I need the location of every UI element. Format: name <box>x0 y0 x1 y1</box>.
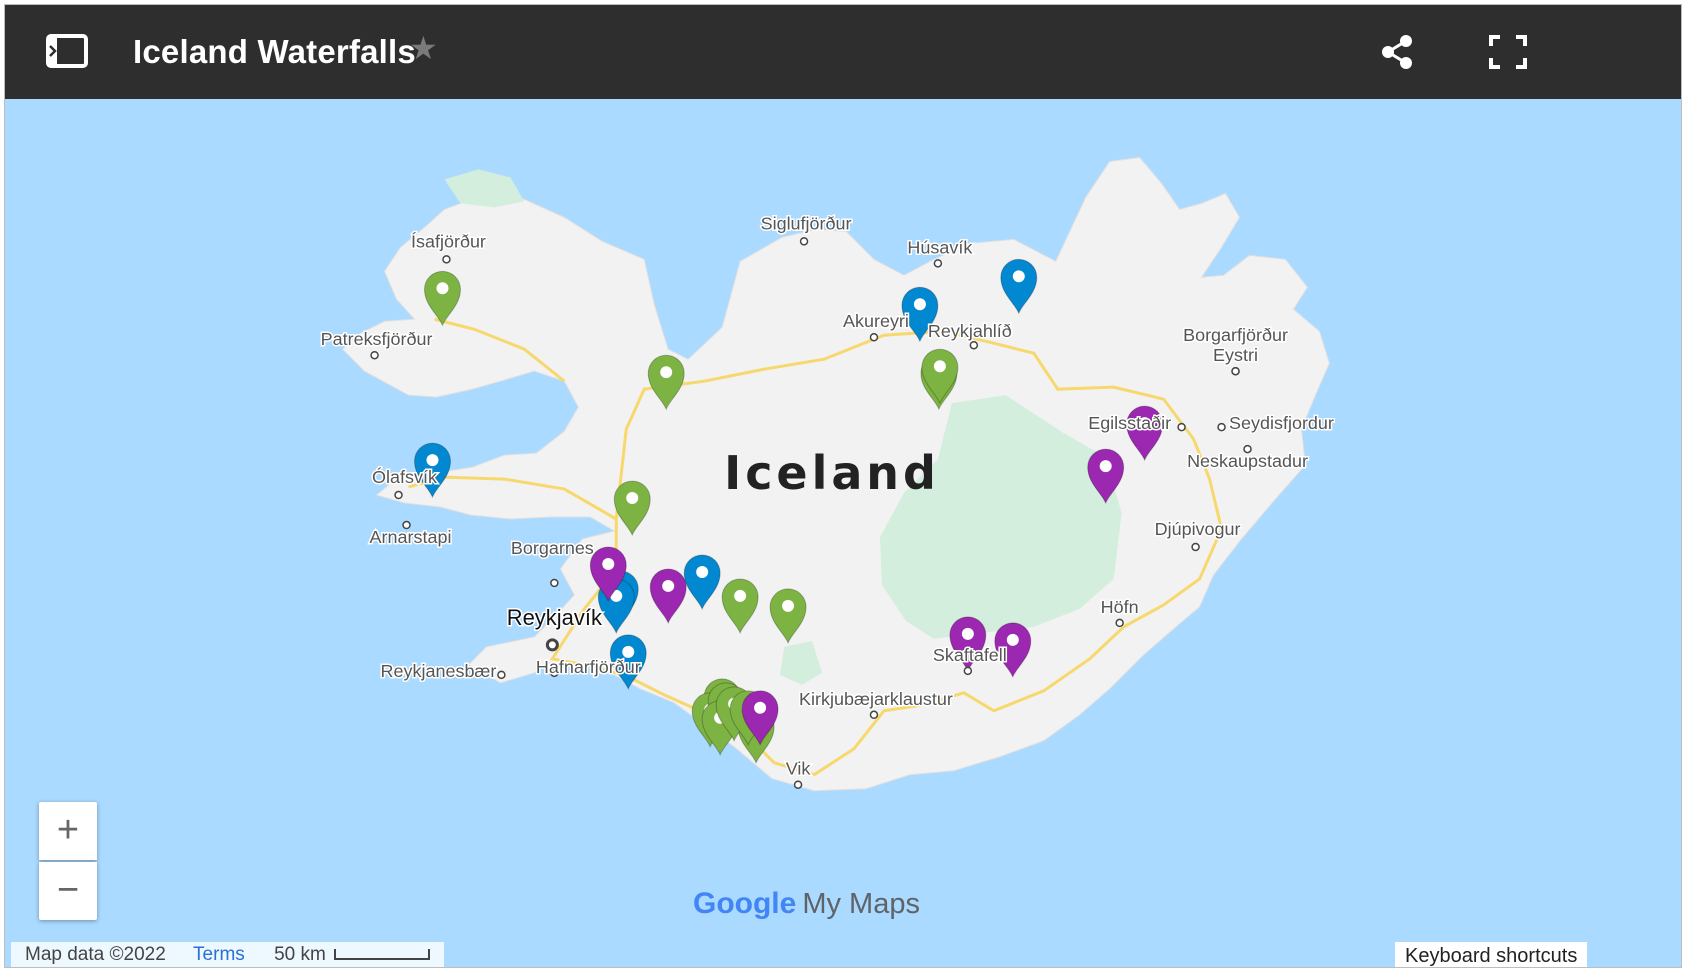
google-mymaps-logo: Google My Maps <box>693 887 920 920</box>
place-label: Húsavík <box>907 237 973 257</box>
place-dot <box>1177 422 1186 432</box>
zoom-out-button[interactable]: − <box>39 862 97 920</box>
place-dot <box>963 666 973 676</box>
place-dot <box>793 780 803 789</box>
place-label: Siglufjörður <box>761 213 852 233</box>
place-label: Arnarstapi <box>370 527 452 547</box>
place-dot <box>869 710 879 720</box>
place-dot <box>394 490 403 500</box>
place-label: Egilsstaðir <box>1088 413 1171 433</box>
place-label: Patreksfjörður <box>321 329 433 349</box>
place-label: Ísafjörður <box>411 231 486 251</box>
place-dot <box>497 670 506 680</box>
place-dot <box>1115 618 1124 628</box>
place-label: Borgarfjörður <box>1183 325 1288 345</box>
keyboard-shortcuts-button[interactable]: Keyboard shortcuts <box>1395 942 1588 967</box>
place-label: Djúpivogur <box>1155 519 1241 539</box>
place-label: Kirkjubæjarklaustur <box>799 689 953 709</box>
map-frame: Iceland Waterfalls ★ Ísafjörður Patreksfj… <box>4 4 1682 968</box>
place-dot <box>969 340 979 350</box>
scale-label: 50 km <box>274 944 326 965</box>
place-label: Reykjavík <box>507 605 603 630</box>
place-dot <box>550 578 559 588</box>
place-label: Borgarnes <box>511 538 594 558</box>
place-label: Hafnarfjörður <box>536 657 641 677</box>
place-label: Ólafsvík <box>372 466 438 487</box>
place-label: Eystri <box>1213 345 1258 365</box>
place-label: Skaftafell <box>933 645 1007 665</box>
country-label: Iceland <box>724 446 940 500</box>
map-attribution: Map data ©2022 Terms 50 km <box>11 942 444 967</box>
fullscreen-icon[interactable] <box>1489 35 1527 69</box>
map-header: Iceland Waterfalls ★ <box>5 5 1681 99</box>
place-dot <box>869 332 879 342</box>
map-data-label: Map data ©2022 <box>25 944 166 965</box>
place-dot <box>933 259 943 268</box>
place-label: Seydisfjordur <box>1229 413 1334 433</box>
place-label: Reykjahlíð <box>928 321 1012 341</box>
star-icon[interactable]: ★ <box>409 29 438 67</box>
place-dot <box>545 638 559 652</box>
place-dot <box>799 237 809 246</box>
panel-toggle-icon[interactable] <box>45 33 89 69</box>
place-label: Reykjanesbær <box>381 661 497 681</box>
terms-link[interactable]: Terms <box>193 944 245 965</box>
place-label: Neskaupstadur <box>1187 451 1308 471</box>
place-label: Akureyri <box>843 311 909 331</box>
place-dot <box>1191 542 1200 552</box>
map-canvas[interactable]: Ísafjörður Patreksfjörður Ólafsvík Arnarsta… <box>5 99 1681 968</box>
place-dot <box>1231 366 1240 376</box>
share-icon[interactable] <box>1379 33 1415 71</box>
place-label: Vik <box>786 759 812 779</box>
place-dot <box>442 255 451 264</box>
place-dot <box>370 350 379 360</box>
place-label: Höfn <box>1101 597 1139 617</box>
scale-bar <box>333 949 430 961</box>
place-dot <box>1217 422 1226 432</box>
zoom-in-button[interactable]: + <box>39 802 97 860</box>
map-title: Iceland Waterfalls <box>133 33 416 70</box>
